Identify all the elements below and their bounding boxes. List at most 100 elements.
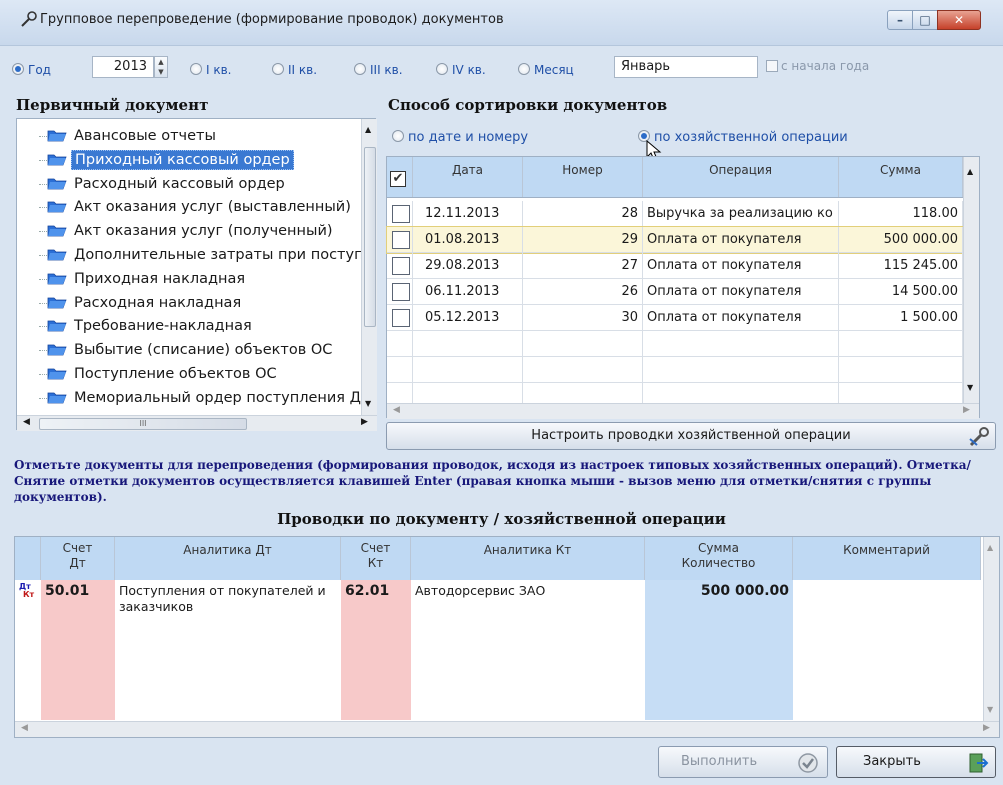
document-tree[interactable]: Авансовые отчеты Приходный кассовый ордер…: [16, 118, 377, 431]
tree-hscroll[interactable]: ◀ III ▶: [17, 415, 377, 431]
scroll-left-icon[interactable]: ◀: [21, 723, 28, 733]
table-row[interactable]: [387, 357, 963, 383]
tree-item[interactable]: Мемориальный ордер поступления Д: [47, 385, 364, 411]
col-sum-qty[interactable]: Сумма Количество: [645, 537, 793, 580]
tree-item[interactable]: Дополнительные затраты при поступ: [47, 242, 367, 268]
tree-item[interactable]: Авансовые отчеты: [47, 123, 219, 149]
col-number[interactable]: Номер: [523, 157, 643, 197]
col-analytics-kt[interactable]: Аналитика Кт: [411, 537, 645, 580]
run-button[interactable]: Выполнить: [658, 746, 828, 778]
close-window-button[interactable]: ✕: [937, 10, 981, 30]
postings-grid[interactable]: Счет Дт Аналитика Дт Счет Кт Аналитика Кт …: [14, 536, 1000, 738]
tree-item[interactable]: Расходная накладная: [47, 290, 244, 316]
cell-operation: Оплата от покупателя: [643, 279, 839, 305]
cell-operation: Оплата от покупателя: [643, 253, 839, 279]
tree-item[interactable]: Акт оказания услуг (полученный): [47, 218, 336, 244]
scroll-up-icon[interactable]: ▲: [987, 543, 993, 552]
posting-dt-account[interactable]: 50.01: [45, 583, 89, 599]
tree-item-label: Приходный кассовый ордер: [71, 149, 294, 170]
radio-year[interactable]: Год: [12, 63, 51, 77]
maximize-button[interactable]: □: [912, 10, 938, 30]
grid-hscroll[interactable]: ◀ ▶: [387, 403, 979, 419]
col-account-kt[interactable]: Счет Кт: [341, 537, 411, 580]
tree-item[interactable]: Расходный кассовый ордер: [47, 171, 288, 197]
select-all-column[interactable]: ✔: [387, 157, 413, 197]
sort-by-operation-radio[interactable]: по хозяйственной операции: [638, 130, 848, 145]
radio-q4[interactable]: IV кв.: [436, 63, 486, 77]
check-circle-icon: [798, 753, 818, 773]
radio-q1[interactable]: I кв.: [190, 63, 232, 77]
table-row[interactable]: 05.12.2013 30 Оплата от покупателя 1 500.00: [387, 305, 963, 331]
scroll-up-icon[interactable]: ▲: [365, 125, 371, 134]
col-account-dt[interactable]: Счет Дт: [41, 537, 115, 580]
tree-item[interactable]: Приходный кассовый ордер: [47, 147, 294, 173]
row-checkbox[interactable]: [392, 309, 410, 327]
cell-operation: Оплата от покупателя: [643, 227, 839, 253]
dt-kt-marker-icon: Дт Кт: [19, 582, 35, 599]
sort-by-date-radio[interactable]: по дате и номеру: [392, 130, 528, 145]
minimize-button[interactable]: –: [887, 10, 913, 30]
postings-hscroll[interactable]: ◀ ▶: [15, 721, 999, 737]
window-title: Групповое перепроведение (формирование п…: [40, 12, 504, 27]
posting-dt-analytics[interactable]: Поступления от покупателей и заказчиков: [119, 583, 339, 615]
posting-kt-analytics[interactable]: Автодорсервис ЗАО: [415, 583, 545, 598]
scroll-left-icon[interactable]: ◀: [23, 417, 30, 427]
documents-grid[interactable]: ✔ Дата Номер Операция Сумма 12.11.2013 28…: [386, 156, 980, 419]
table-row[interactable]: 12.11.2013 28 Выручка за реализацию ко 118.…: [387, 201, 963, 227]
scroll-right-icon[interactable]: ▶: [963, 405, 970, 415]
col-operation[interactable]: Операция: [643, 157, 839, 197]
table-row[interactable]: [387, 331, 963, 357]
scroll-left-icon[interactable]: ◀: [393, 405, 400, 415]
cell-number: 28: [523, 201, 643, 227]
scroll-right-icon[interactable]: ▶: [361, 417, 368, 427]
postings-vscroll[interactable]: ▲ ▼: [983, 537, 999, 721]
close-button[interactable]: Закрыть: [836, 746, 996, 778]
posting-kt-account[interactable]: 62.01: [345, 583, 389, 599]
tree-item[interactable]: Выбытие (списание) объектов ОС: [47, 337, 335, 363]
row-checkbox[interactable]: [392, 231, 410, 249]
tree-item[interactable]: Поступление объектов ОС: [47, 361, 280, 387]
spin-up-icon[interactable]: ▲: [155, 57, 167, 67]
radio-month[interactable]: Месяц: [518, 63, 574, 77]
col-sum[interactable]: Сумма: [839, 157, 963, 197]
cell-date: 29.08.2013: [413, 253, 523, 279]
tree-item-label: Поступление объектов ОС: [74, 366, 277, 382]
grid-vscroll[interactable]: ▲ ▼: [963, 157, 979, 403]
tree-item[interactable]: Акт оказания услуг (выставленный): [47, 194, 354, 220]
month-select[interactable]: Январь: [614, 56, 758, 78]
radio-q2[interactable]: II кв.: [272, 63, 317, 77]
tree-vscroll[interactable]: ▲ ▼: [361, 119, 377, 415]
select-all-checkbox[interactable]: ✔: [390, 171, 406, 187]
spin-down-icon[interactable]: ▼: [155, 67, 167, 77]
folder-icon: [47, 297, 67, 308]
cell-sum: 118.00: [839, 201, 963, 227]
tree-hscroll-thumb[interactable]: III: [39, 418, 247, 430]
sort-heading: Способ сортировки документов: [388, 96, 668, 114]
year-input[interactable]: 2013: [92, 56, 154, 78]
scroll-down-icon[interactable]: ▼: [365, 399, 371, 408]
scroll-down-icon[interactable]: ▼: [987, 705, 993, 714]
row-checkbox[interactable]: [392, 205, 410, 223]
col-date[interactable]: Дата: [413, 157, 523, 197]
table-row[interactable]: 01.08.2013 29 Оплата от покупателя 500 000.…: [386, 226, 964, 254]
row-checkbox[interactable]: [392, 257, 410, 275]
tree-item[interactable]: Требование-накладная: [47, 313, 255, 339]
year-spinner[interactable]: ▲ ▼: [154, 56, 168, 78]
table-row[interactable]: 29.08.2013 27 Оплата от покупателя 115 245.…: [387, 253, 963, 279]
col-comment[interactable]: Комментарий: [793, 537, 981, 580]
posting-sum[interactable]: 500 000.00: [649, 583, 789, 599]
scroll-right-icon[interactable]: ▶: [983, 723, 990, 733]
radio-q3[interactable]: III кв.: [354, 63, 403, 77]
tree-item-label: Приходная накладная: [74, 270, 246, 287]
scroll-up-icon[interactable]: ▲: [967, 167, 973, 176]
tree-item-label: Мемориальный ордер поступления Д: [74, 389, 361, 406]
col-analytics-dt[interactable]: Аналитика Дт: [115, 537, 341, 580]
setup-postings-button[interactable]: Настроить проводки хозяйственной операци…: [386, 422, 996, 450]
folder-icon: [47, 344, 67, 356]
row-checkbox[interactable]: [392, 283, 410, 301]
table-row[interactable]: 06.11.2013 26 Оплата от покупателя 14 500.0…: [387, 279, 963, 305]
tree-item[interactable]: Приходная накладная: [47, 266, 248, 292]
scroll-down-icon[interactable]: ▼: [967, 383, 973, 392]
from-year-start-checkbox[interactable]: с начала года: [766, 59, 869, 73]
tree-scroll-thumb[interactable]: [364, 147, 376, 327]
